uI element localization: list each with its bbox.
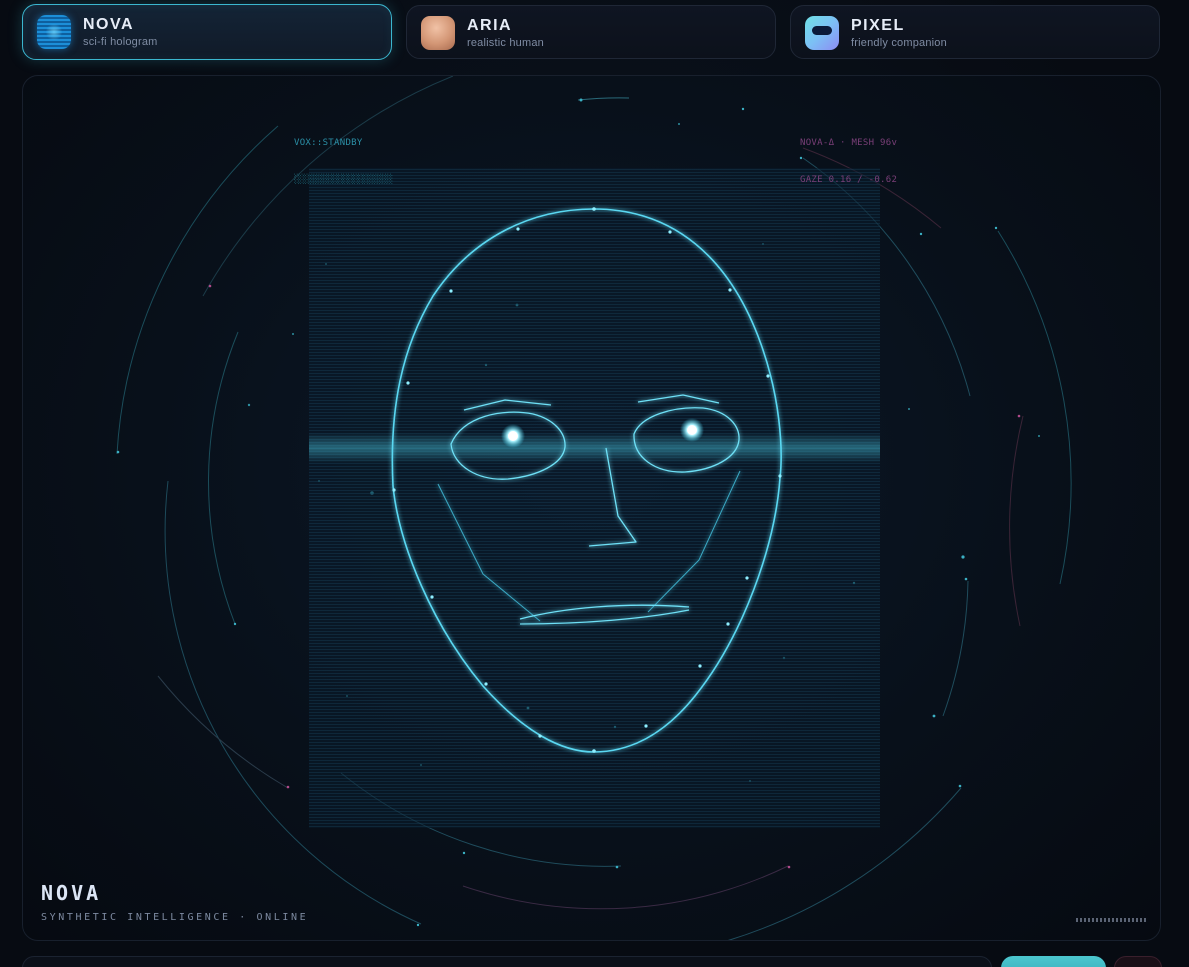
avatar-tabs: NOVA sci-fi hologram ARIA realistic huma…	[22, 4, 1162, 61]
avatar-stage: VOX::STANDBY ░░░░░░░░░░░░░░░░░░░░ NOVA-Δ…	[22, 75, 1161, 941]
app-root: NOVA sci-fi hologram ARIA realistic huma…	[0, 0, 1189, 967]
stop-button[interactable]	[1114, 956, 1162, 967]
message-input[interactable]	[22, 956, 992, 967]
tab-nova[interactable]: NOVA sci-fi hologram	[22, 4, 392, 60]
scan-beam	[309, 433, 880, 463]
tab-nova-label: NOVA	[83, 16, 135, 33]
send-button[interactable]	[1001, 956, 1106, 967]
tab-pixel-label: PIXEL	[851, 17, 905, 34]
robot-visor-icon	[805, 16, 839, 50]
tab-pixel[interactable]: PIXEL friendly companion	[790, 5, 1160, 59]
character-name: NOVA	[41, 881, 102, 905]
right-pupil	[687, 425, 697, 435]
hud-voice-status: VOX::STANDBY	[294, 138, 363, 148]
hud-gaze-readout: GAZE 0.16 / -0.62	[800, 175, 898, 185]
tab-nova-subtitle: sci-fi hologram	[83, 36, 158, 48]
audio-level-indicator	[1076, 918, 1148, 922]
hud-voice-level: ░░░░░░░░░░░░░░░░░░░░	[294, 175, 393, 185]
hud-mesh-info: NOVA-Δ · MESH 96v	[800, 138, 898, 148]
hologram-face-icon	[37, 15, 71, 49]
tab-aria[interactable]: ARIA realistic human	[406, 5, 776, 59]
tab-aria-subtitle: realistic human	[467, 37, 544, 49]
tab-pixel-subtitle: friendly companion	[851, 37, 947, 49]
tab-aria-label: ARIA	[467, 17, 513, 34]
hologram-canvas	[116, 76, 1072, 940]
character-status: SYNTHETIC INTELLIGENCE · ONLINE	[41, 912, 309, 923]
human-face-icon	[421, 16, 455, 50]
left-pupil	[508, 431, 518, 441]
